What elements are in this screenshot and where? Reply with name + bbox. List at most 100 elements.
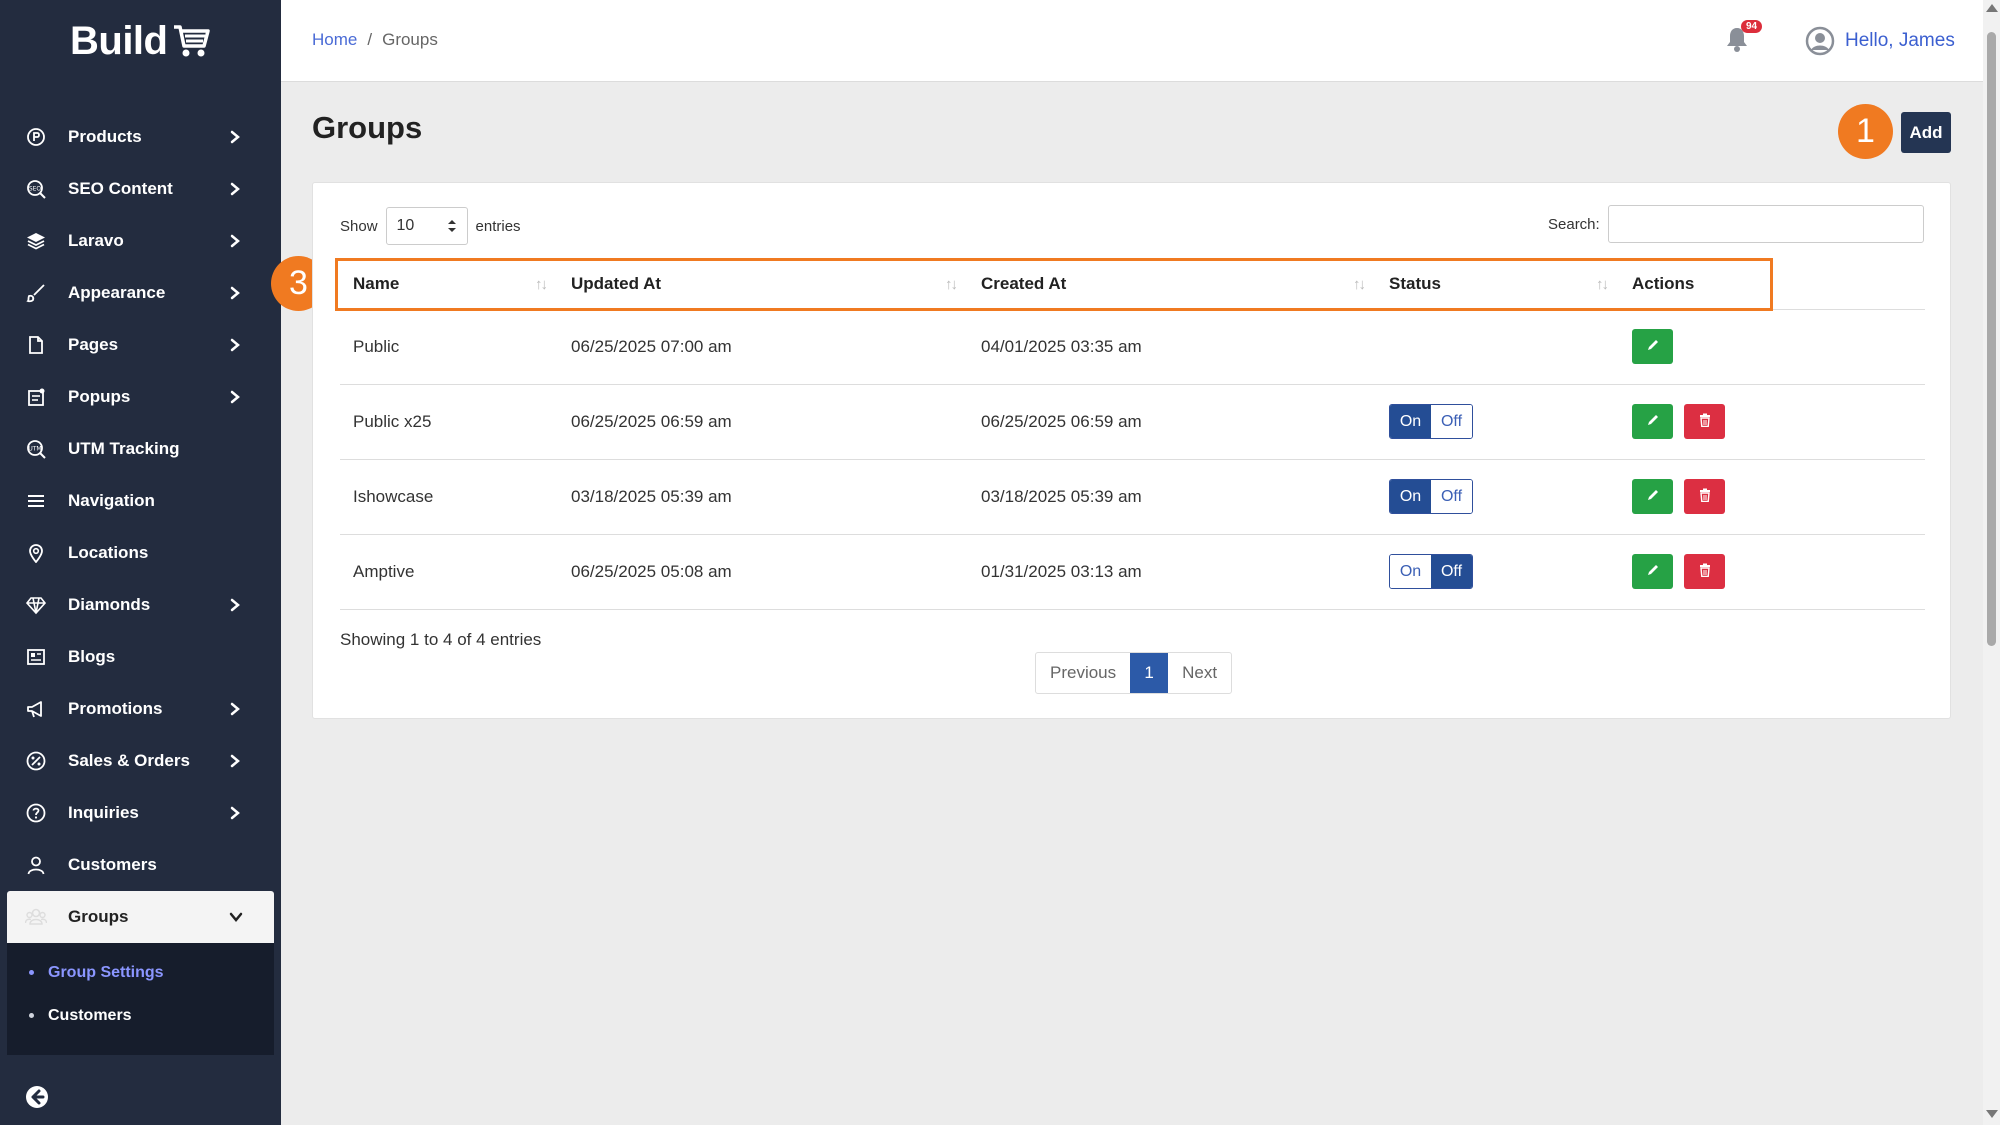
sidebar-item-label: Groups xyxy=(68,907,129,926)
groups-table-card: Show 10 entries Search: Name ↑↓ Updated A… xyxy=(312,182,1951,719)
cell-actions xyxy=(1619,309,1925,385)
cell-name: Ishowcase xyxy=(340,459,558,535)
chevron-right-icon xyxy=(229,338,243,352)
pagination-previous[interactable]: Previous xyxy=(1036,653,1130,693)
megaphone-icon xyxy=(24,697,48,721)
seo-icon: SEO xyxy=(24,177,48,201)
breadcrumb-current: Groups xyxy=(382,30,438,49)
page-scrollbar[interactable] xyxy=(1983,0,2000,1125)
toggle-off-option[interactable]: Off xyxy=(1431,405,1472,438)
groups-submenu: Group Settings Customers xyxy=(7,943,274,1055)
entries-label: entries xyxy=(475,217,521,235)
sidebar: Build Products SEO SEO Content Laravo Appear… xyxy=(0,0,281,1125)
user-icon xyxy=(24,853,48,877)
map-pin-icon xyxy=(24,541,48,565)
scroll-up-arrow-icon[interactable] xyxy=(1986,4,1998,12)
toggle-off-option[interactable]: Off xyxy=(1431,555,1472,588)
notification-badge: 94 xyxy=(1741,20,1763,33)
percent-icon xyxy=(24,749,48,773)
breadcrumb-home-link[interactable]: Home xyxy=(312,30,357,50)
sidebar-nav: Products SEO SEO Content Laravo Appearance Pa… xyxy=(0,111,281,1055)
edit-button[interactable] xyxy=(1632,404,1673,439)
table-row: Amptive 06/25/2025 05:08 am 01/31/2025 03:… xyxy=(340,534,1925,610)
toggle-off-option[interactable]: Off xyxy=(1431,480,1472,513)
toggle-on-option[interactable]: On xyxy=(1390,405,1431,438)
callout-marker-1: 1 xyxy=(1838,104,1893,159)
sidebar-item-customers[interactable]: Customers xyxy=(0,839,281,891)
sidebar-item-diamonds[interactable]: Diamonds xyxy=(0,579,281,631)
cell-status: On Off xyxy=(1376,534,1619,610)
sidebar-item-promotions[interactable]: Promotions xyxy=(0,683,281,735)
edit-button[interactable] xyxy=(1632,479,1673,514)
sidebar-item-pages[interactable]: Pages xyxy=(0,319,281,371)
top-header: Home / Groups 94 Hello, James xyxy=(281,0,1983,82)
logo[interactable]: Build xyxy=(70,18,211,64)
sidebar-item-label: Laravo xyxy=(68,231,124,250)
chevron-right-icon xyxy=(229,130,243,144)
pencil-icon xyxy=(1646,563,1660,580)
cell-updated-at: 06/25/2025 06:59 am xyxy=(558,384,968,460)
pagination-next[interactable]: Next xyxy=(1168,653,1231,693)
sort-icon: ↑↓ xyxy=(1353,276,1366,293)
add-button[interactable]: Add xyxy=(1901,112,1951,153)
delete-button[interactable] xyxy=(1684,404,1725,439)
page-title: Groups xyxy=(312,110,423,145)
scroll-thumb[interactable] xyxy=(1987,32,1996,646)
column-header-updated-at[interactable]: Updated At ↑↓ xyxy=(558,259,968,310)
sidebar-item-inquiries[interactable]: Inquiries xyxy=(0,787,281,839)
search-control: Search: xyxy=(1548,205,1924,243)
edit-button[interactable] xyxy=(1632,554,1673,589)
submenu-item-label: Group Settings xyxy=(48,963,164,981)
user-menu[interactable]: Hello, James xyxy=(1805,26,1955,56)
status-toggle[interactable]: On Off xyxy=(1389,479,1473,514)
status-toggle[interactable]: On Off xyxy=(1389,404,1473,439)
sidebar-item-sales-orders[interactable]: Sales & Orders xyxy=(0,735,281,787)
sidebar-item-seo-content[interactable]: SEO SEO Content xyxy=(0,163,281,215)
sidebar-item-navigation[interactable]: Navigation xyxy=(0,475,281,527)
column-header-name[interactable]: Name ↑↓ xyxy=(340,259,558,310)
sidebar-item-label: Customers xyxy=(68,855,157,874)
sidebar-item-groups[interactable]: Groups xyxy=(7,891,274,943)
entries-select[interactable]: 10 xyxy=(385,207,468,245)
scroll-down-arrow-icon[interactable] xyxy=(1986,1110,1998,1118)
sidebar-item-laravo[interactable]: Laravo xyxy=(0,215,281,267)
sidebar-item-label: Blogs xyxy=(68,647,116,666)
user-avatar-icon xyxy=(1805,26,1835,56)
column-header-created-at[interactable]: Created At ↑↓ xyxy=(968,259,1376,310)
toggle-on-option[interactable]: On xyxy=(1390,480,1431,513)
show-label: Show xyxy=(340,217,378,235)
cell-updated-at: 03/18/2025 05:39 am xyxy=(558,459,968,535)
search-input[interactable] xyxy=(1607,205,1924,243)
toggle-on-option[interactable]: On xyxy=(1390,555,1431,588)
delete-button[interactable] xyxy=(1684,554,1725,589)
sidebar-item-appearance[interactable]: Appearance xyxy=(0,267,281,319)
status-toggle[interactable]: On Off xyxy=(1389,554,1473,589)
svg-text:UTM: UTM xyxy=(28,446,41,453)
pagination: Previous 1 Next xyxy=(1035,652,1233,694)
sidebar-item-utm-tracking[interactable]: UTM UTM Tracking xyxy=(0,423,281,475)
trash-icon xyxy=(1699,413,1711,430)
sidebar-item-popups[interactable]: Popups xyxy=(0,371,281,423)
sort-icon: ↑↓ xyxy=(1596,276,1609,293)
sort-icon: ↑↓ xyxy=(945,276,958,293)
sidebar-item-label: Sales & Orders xyxy=(68,751,190,770)
sidebar-item-blogs[interactable]: Blogs xyxy=(0,631,281,683)
cell-actions xyxy=(1619,534,1925,610)
popup-icon xyxy=(24,385,48,409)
pagination-page-1[interactable]: 1 xyxy=(1130,653,1169,693)
sidebar-item-locations[interactable]: Locations xyxy=(0,527,281,579)
cell-updated-at: 06/25/2025 05:08 am xyxy=(558,534,968,610)
submenu-item-group-settings[interactable]: Group Settings xyxy=(7,951,274,994)
cell-status: On Off xyxy=(1376,384,1619,460)
sidebar-item-products[interactable]: Products xyxy=(0,111,281,163)
delete-button[interactable] xyxy=(1684,479,1725,514)
cart-icon xyxy=(174,25,211,57)
collapse-sidebar-icon[interactable] xyxy=(25,1085,49,1109)
sidebar-item-label: Promotions xyxy=(68,699,163,718)
submenu-item-customers[interactable]: Customers xyxy=(7,994,274,1037)
edit-button[interactable] xyxy=(1632,329,1673,364)
table-body: Public 06/25/2025 07:00 am 04/01/2025 03:3… xyxy=(340,309,1925,610)
question-icon xyxy=(24,801,48,825)
sidebar-item-label: Locations xyxy=(68,543,149,562)
column-header-status[interactable]: Status ↑↓ xyxy=(1376,259,1619,310)
